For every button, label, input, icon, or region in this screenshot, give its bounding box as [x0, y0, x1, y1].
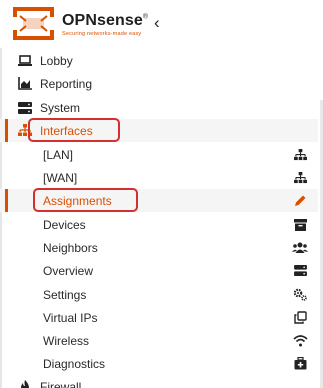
sidebar-item-label: System	[40, 100, 81, 115]
medkit-icon	[292, 356, 308, 372]
active-accent	[5, 119, 8, 142]
archive-icon	[292, 217, 308, 233]
submenu-item-label: Neighbors	[43, 240, 98, 255]
server-icon	[292, 263, 308, 279]
sidebar-item-label: Reporting	[40, 76, 93, 91]
sidebar-item-firewall[interactable]: Firewall	[0, 375, 318, 388]
brand[interactable]: OPNsense® Securing networks-made easy	[62, 12, 148, 37]
submenu-item-label: Diagnostics	[43, 356, 106, 371]
interfaces-highlight-box	[28, 118, 120, 142]
sitemap-icon	[292, 147, 308, 163]
area-chart-icon	[17, 76, 33, 92]
clone-icon	[292, 310, 308, 326]
submenu-item-label: Wireless	[43, 333, 90, 348]
server-icon	[17, 100, 33, 116]
brand-tagline: Securing networks-made easy	[62, 31, 142, 37]
sidebar-item-lobby[interactable]: Lobby	[0, 49, 318, 72]
submenu-item-label: Virtual IPs	[43, 310, 98, 325]
fire-icon	[17, 379, 33, 388]
sitemap-icon	[292, 170, 308, 186]
submenu-item-label: [LAN]	[43, 147, 74, 162]
brand-trademark: ®	[142, 13, 149, 21]
users-icon	[292, 240, 308, 256]
submenu-item-virtual-ips[interactable]: Virtual IPs	[0, 306, 318, 329]
submenu-item-wireless[interactable]: Wireless	[0, 329, 318, 352]
cogs-icon	[292, 287, 308, 303]
submenu-item-lan[interactable]: [LAN]	[0, 143, 318, 166]
submenu-item-label: [WAN]	[43, 170, 78, 185]
submenu-item-diagnostics[interactable]: Diagnostics	[0, 352, 318, 375]
submenu-item-label: Overview	[43, 263, 94, 278]
active-accent	[5, 189, 8, 212]
brand-name-row: OPNsense®	[62, 12, 148, 30]
pencil-icon	[292, 193, 308, 209]
submenu-item-neighbors[interactable]: Neighbors	[0, 236, 318, 259]
submenu-item-overview[interactable]: Overview	[0, 259, 318, 282]
header: OPNsense® Securing networks-made easy ‹	[0, 0, 323, 48]
submenu-item-label: Settings	[43, 287, 87, 302]
submenu-item-label: Devices	[43, 217, 86, 232]
laptop-icon	[17, 53, 33, 69]
sidebar-item-label: Firewall	[40, 379, 82, 388]
brand-name: OPNsense	[62, 12, 143, 29]
collapse-sidebar-button[interactable]: ‹	[154, 13, 168, 33]
wifi-icon	[292, 333, 308, 349]
submenu-item-wan[interactable]: [WAN]	[0, 166, 318, 189]
assignments-highlight-box	[33, 188, 138, 212]
sidebar-item-system[interactable]: System	[0, 96, 318, 119]
sidebar-item-reporting[interactable]: Reporting	[0, 72, 318, 95]
submenu-item-devices[interactable]: Devices	[0, 213, 318, 236]
submenu-item-settings[interactable]: Settings	[0, 283, 318, 306]
sidebar-item-label: Lobby	[40, 53, 73, 68]
opnsense-logo-icon	[13, 7, 54, 40]
